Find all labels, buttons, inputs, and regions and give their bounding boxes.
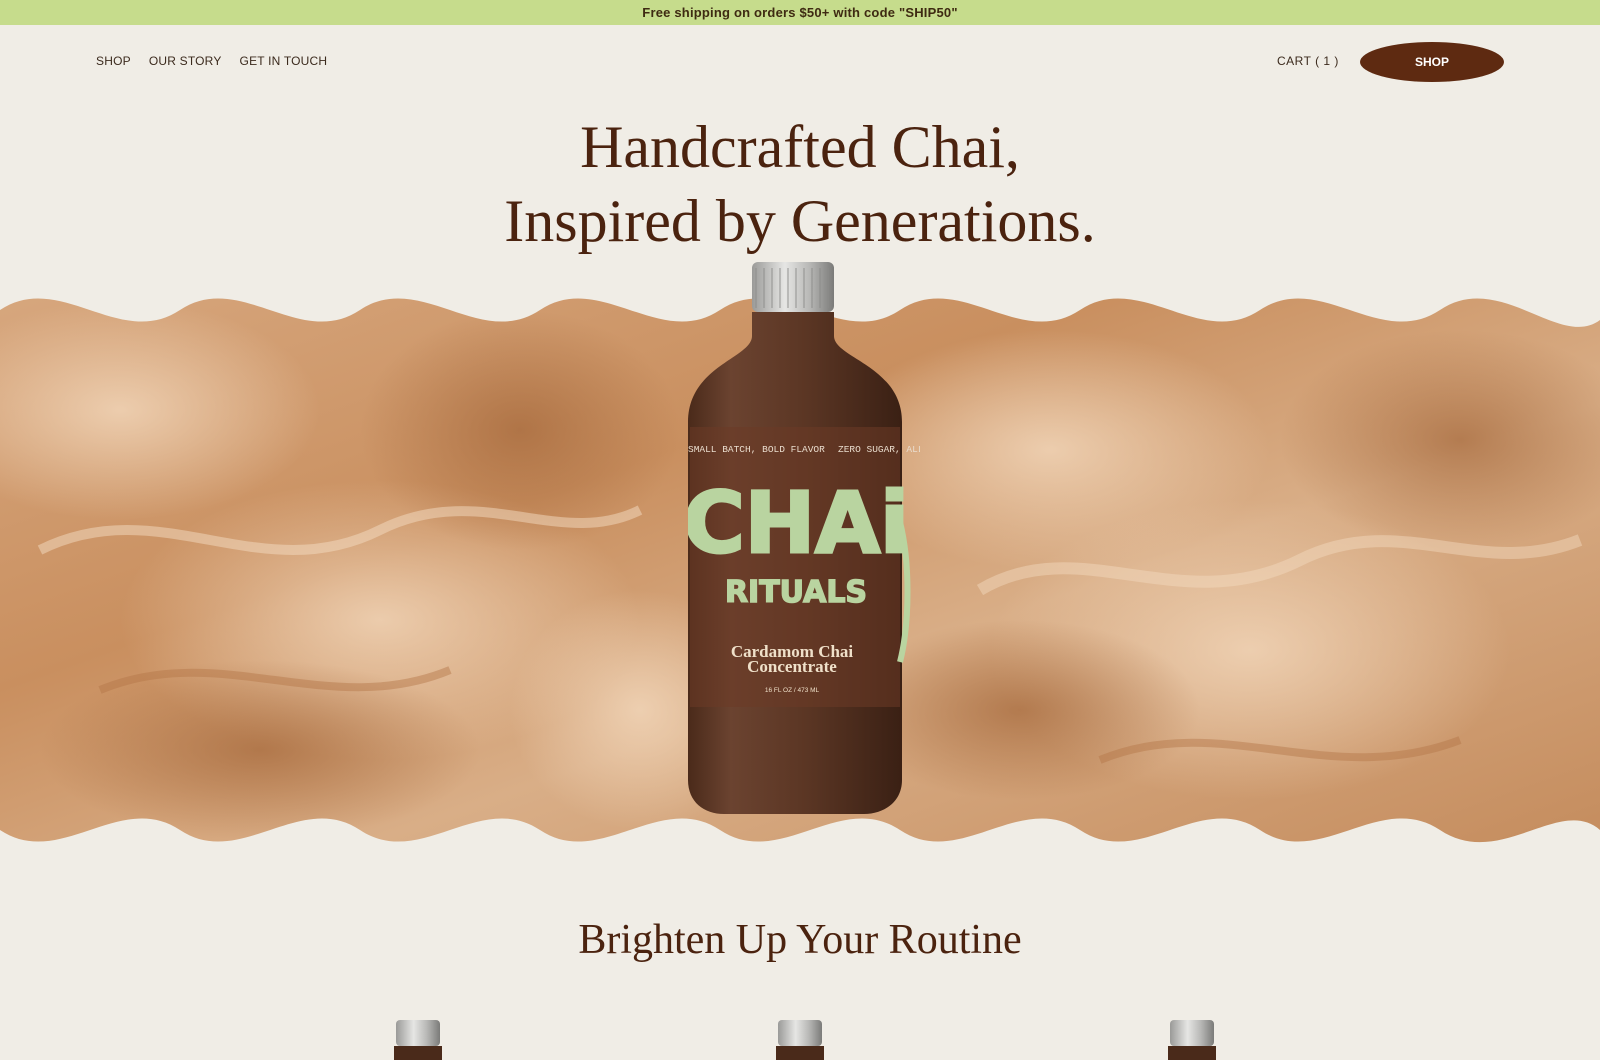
product-volume: 16 FL OZ / 473 ML <box>765 687 820 694</box>
nav-link-our-story[interactable]: OUR STORY <box>149 54 222 68</box>
product-bottle: SMALL BATCH, BOLD FLAVOR ZERO SUGAR, ALL… <box>688 262 920 814</box>
product-thumb-3[interactable] <box>1166 1020 1218 1060</box>
announcement-bar: Free shipping on orders $50+ with code "… <box>0 0 1600 25</box>
hero-title: Handcrafted Chai, Inspired by Generation… <box>0 110 1600 258</box>
top-nav: SHOP OUR STORY GET IN TOUCH CART ( 1 ) S… <box>0 25 1600 103</box>
nav-link-shop[interactable]: SHOP <box>96 54 131 68</box>
product-thumb-2[interactable] <box>774 1020 826 1060</box>
product-name-line-2: Concentrate <box>747 657 837 676</box>
brand-logo-rituals: RITUALS <box>725 575 867 610</box>
nav-link-get-in-touch[interactable]: GET IN TOUCH <box>240 54 328 68</box>
announcement-text: Free shipping on orders $50+ with code "… <box>642 5 958 20</box>
product-thumb-1[interactable] <box>392 1020 444 1060</box>
hero-title-line-1: Handcrafted Chai, <box>580 114 1020 180</box>
label-tagline-right: ZERO SUGAR, ALL <box>838 444 920 455</box>
cart-link[interactable]: CART ( 1 ) <box>1277 54 1339 68</box>
nav-links: SHOP OUR STORY GET IN TOUCH <box>96 54 327 68</box>
label-tagline-left: SMALL BATCH, BOLD FLAVOR <box>688 444 825 455</box>
section-title: Brighten Up Your Routine <box>578 917 1022 963</box>
hero-title-line-2: Inspired by Generations. <box>504 188 1096 254</box>
shop-button[interactable]: SHOP <box>1360 42 1504 82</box>
brand-logo-chai: CHAi <box>688 474 909 572</box>
